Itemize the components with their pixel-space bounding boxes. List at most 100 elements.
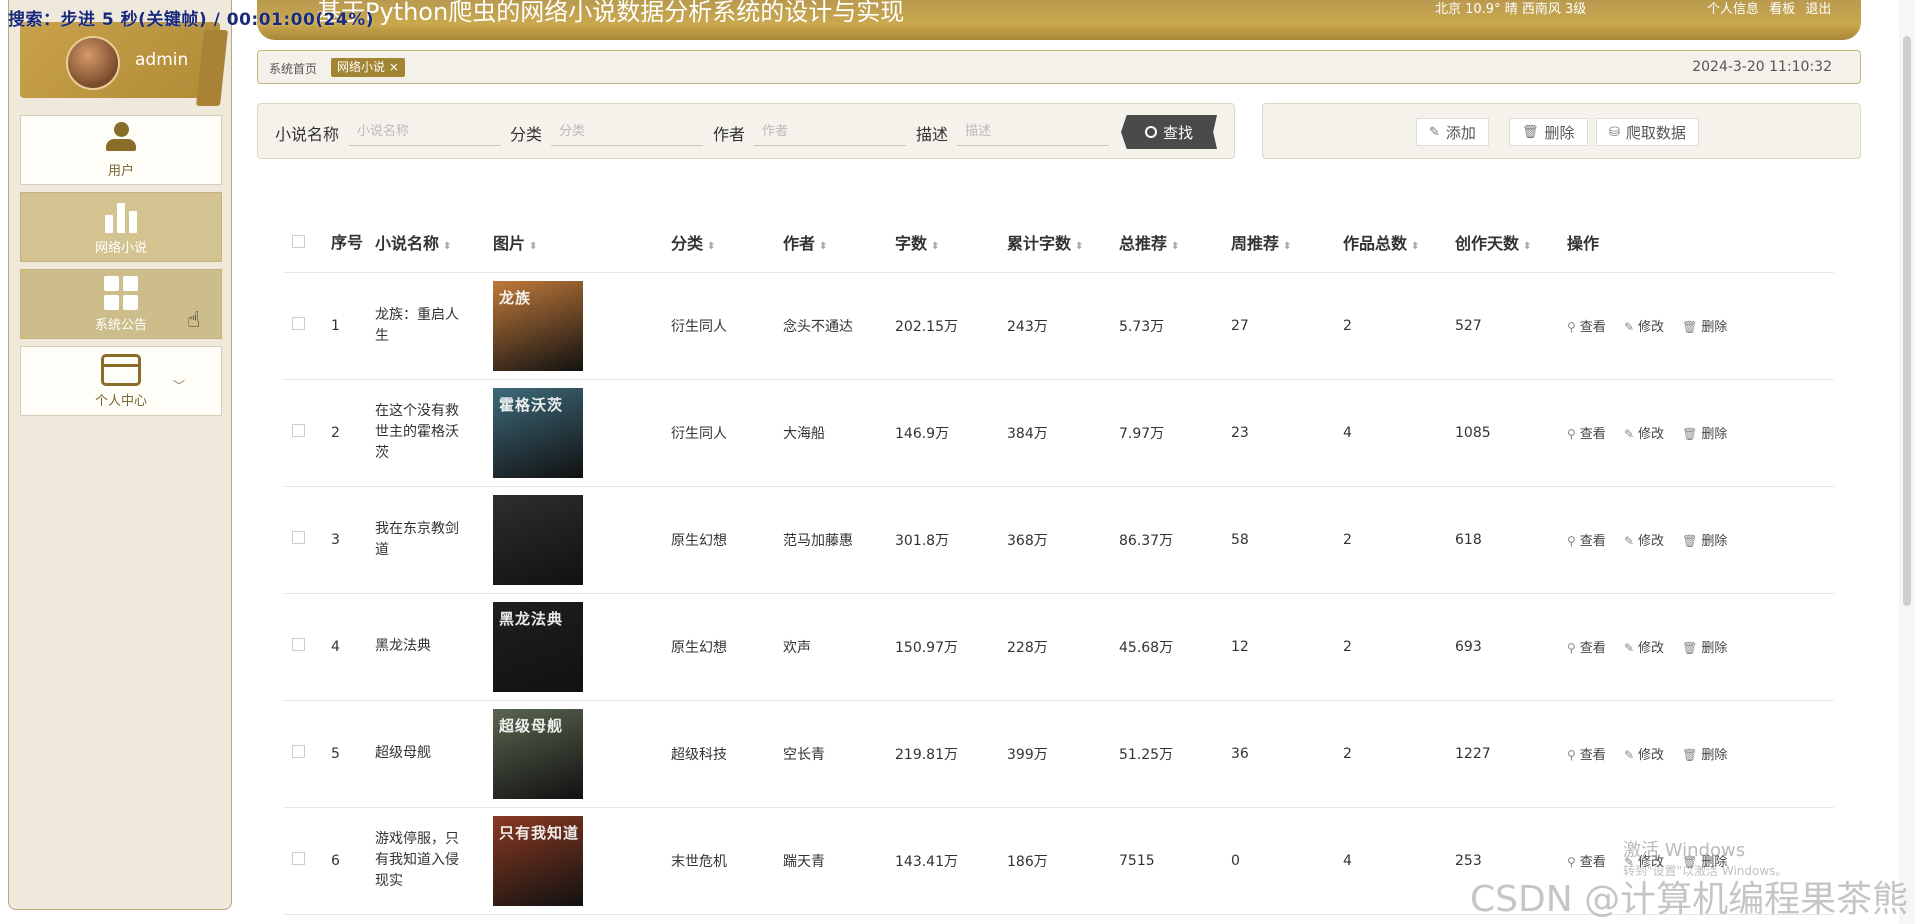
hand-cursor-icon: ☝ <box>187 308 201 333</box>
sidebar-item-users[interactable]: 用户 <box>20 115 222 185</box>
col-header-days[interactable]: 创作天数 ⬍ <box>1455 213 1567 273</box>
edit-button[interactable]: ✎ 修改 <box>1624 641 1664 656</box>
sidebar-item-novels[interactable]: 网络小说 <box>20 192 222 262</box>
view-button[interactable]: ⚲ 查看 <box>1567 534 1606 549</box>
row-select-cell[interactable] <box>284 486 331 594</box>
row-checkbox[interactable] <box>292 531 305 544</box>
edit-button[interactable]: ✎ 修改 <box>1624 748 1664 763</box>
cell-image: 霍格沃茨 <box>493 379 671 487</box>
pencil-icon: ✎ <box>1623 427 1635 441</box>
windows-activation-notice: 激活 Windows <box>1623 840 1746 861</box>
add-button[interactable]: ✎ 添加 <box>1416 118 1489 146</box>
delete-button[interactable]: 🗑 删除 <box>1682 427 1727 442</box>
row-checkbox[interactable] <box>292 317 305 330</box>
cell-words: 146.9万 <box>895 379 1007 487</box>
novel-cover-image[interactable]: 黑龙法典 <box>493 601 583 692</box>
cell-author: 踹天青 <box>783 807 895 915</box>
novel-cover-image[interactable]: 霍格沃茨 <box>493 387 583 478</box>
view-button[interactable]: ⚲ 查看 <box>1567 641 1606 656</box>
sidebar-item-label: 系统公告 <box>94 317 147 333</box>
scrollbar-thumb[interactable] <box>1903 36 1911 606</box>
col-header-image[interactable]: 图片 ⬍ <box>493 213 671 273</box>
tab-novels[interactable]: 网络小说 × <box>331 58 405 77</box>
col-header-category[interactable]: 分类 ⬍ <box>671 213 783 273</box>
col-header-total-rec[interactable]: 总推荐 ⬍ <box>1119 213 1231 273</box>
select-all-checkbox[interactable] <box>292 234 305 248</box>
row-checkbox[interactable] <box>292 745 305 758</box>
row-checkbox[interactable] <box>292 424 305 437</box>
search-button-label: 查找 <box>1162 123 1193 142</box>
novel-cover-image[interactable]: 龙族 <box>493 280 583 371</box>
cell-index: 2 <box>331 379 375 487</box>
cell-index: 5 <box>331 700 375 808</box>
search-input-name[interactable] <box>349 118 501 146</box>
col-header-index[interactable]: 序号 <box>331 213 375 273</box>
novel-cover-image[interactable] <box>493 494 583 585</box>
batch-delete-button[interactable]: 🗑 删除 <box>1509 118 1588 146</box>
header-link-profile[interactable]: 个人信息 <box>1707 2 1759 17</box>
novel-cover-image[interactable]: 超级母舰 <box>493 708 583 799</box>
edit-button[interactable]: ✎ 修改 <box>1624 427 1664 442</box>
cell-words: 150.97万 <box>895 593 1007 701</box>
pencil-icon: ✎ <box>1623 641 1635 655</box>
novel-cover-image[interactable]: 只有我知道 <box>493 815 583 906</box>
sidebar-item-profile[interactable]: 个人中心 ﹀ <box>20 346 222 416</box>
search-input-author[interactable] <box>754 118 906 146</box>
row-select-cell[interactable] <box>284 379 331 487</box>
header-link-logout[interactable]: 退出 <box>1805 2 1831 17</box>
view-button[interactable]: ⚲ 查看 <box>1567 748 1606 763</box>
view-button[interactable]: ⚲ 查看 <box>1567 320 1606 335</box>
trash-icon: 🗑 <box>1682 427 1698 441</box>
cell-author: 范马加藤惠 <box>783 486 895 594</box>
crawl-button-label: 爬取数据 <box>1625 123 1686 142</box>
top-header: 基于Python爬虫的网络小说数据分析系统的设计与实现 北京 10.9° 晴 西… <box>257 0 1861 40</box>
header-link-dashboard[interactable]: 看板 <box>1769 2 1795 17</box>
cover-title: 超级母舰 <box>499 716 564 735</box>
view-button[interactable]: ⚲ 查看 <box>1567 855 1606 870</box>
row-select-cell[interactable] <box>284 272 331 380</box>
search-panel: 小说名称 分类 作者 描述 查找 <box>257 103 1235 159</box>
row-select-cell[interactable] <box>284 807 331 915</box>
novel-table: 序号 小说名称 ⬍ 图片 ⬍ 分类 ⬍ 作者 ⬍ 字数 ⬍ 累计字数 ⬍ 总推荐 ⬍ 周推荐 ⬍… <box>284 213 1834 915</box>
delete-button[interactable]: 🗑 删除 <box>1682 320 1727 335</box>
search-input-category[interactable] <box>551 118 703 146</box>
cell-week-rec: 12 <box>1231 593 1343 701</box>
cell-works: 4 <box>1343 379 1455 487</box>
col-header-works[interactable]: 作品总数 ⬍ <box>1343 213 1455 273</box>
edit-button[interactable]: ✎ 修改 <box>1624 320 1664 335</box>
cell-days: 693 <box>1455 593 1567 701</box>
row-select-cell[interactable] <box>284 593 331 701</box>
cell-total-words: 228万 <box>1007 593 1119 701</box>
grid-icon <box>104 275 138 310</box>
delete-button[interactable]: 🗑 删除 <box>1682 748 1727 763</box>
action-panel: ✎ 添加 🗑 删除 ⛁ 爬取数据 <box>1262 103 1861 159</box>
col-header-words[interactable]: 字数 ⬍ <box>895 213 1007 273</box>
row-select-cell[interactable] <box>284 700 331 808</box>
col-header-author[interactable]: 作者 ⬍ <box>783 213 895 273</box>
cell-name: 龙族：重启人生 <box>375 272 493 380</box>
col-header-week-rec[interactable]: 周推荐 ⬍ <box>1231 213 1343 273</box>
vertical-scrollbar[interactable] <box>1899 0 1915 924</box>
delete-button[interactable]: 🗑 删除 <box>1682 534 1727 549</box>
col-header-name[interactable]: 小说名称 ⬍ <box>375 213 493 273</box>
cell-image: 龙族 <box>493 272 671 380</box>
search-icon: ⚲ <box>1567 641 1576 655</box>
cell-total-words: 243万 <box>1007 272 1119 380</box>
breadcrumb-home[interactable]: 系统首页 <box>269 60 317 77</box>
watermark: CSDN @计算机编程果茶熊 <box>1470 879 1909 920</box>
select-all-cell[interactable] <box>284 213 331 273</box>
edit-button[interactable]: ✎ 修改 <box>1624 534 1664 549</box>
user-card[interactable]: admin <box>20 22 228 106</box>
view-button[interactable]: ⚲ 查看 <box>1567 427 1606 442</box>
search-button[interactable]: 查找 <box>1121 115 1217 149</box>
delete-button[interactable]: 🗑 删除 <box>1682 641 1727 656</box>
crawl-data-button[interactable]: ⛁ 爬取数据 <box>1596 118 1699 146</box>
search-input-description[interactable] <box>957 118 1109 146</box>
row-checkbox[interactable] <box>292 852 305 865</box>
cell-author: 大海船 <box>783 379 895 487</box>
row-checkbox[interactable] <box>292 638 305 651</box>
col-header-total-words[interactable]: 累计字数 ⬍ <box>1007 213 1119 273</box>
current-time: 2024-3-20 11:10:32 <box>1692 59 1832 75</box>
chevron-down-icon: ﹀ <box>172 379 185 393</box>
cell-ops: ⚲ 查看 ✎ 修改 🗑 删除 <box>1567 700 1834 808</box>
